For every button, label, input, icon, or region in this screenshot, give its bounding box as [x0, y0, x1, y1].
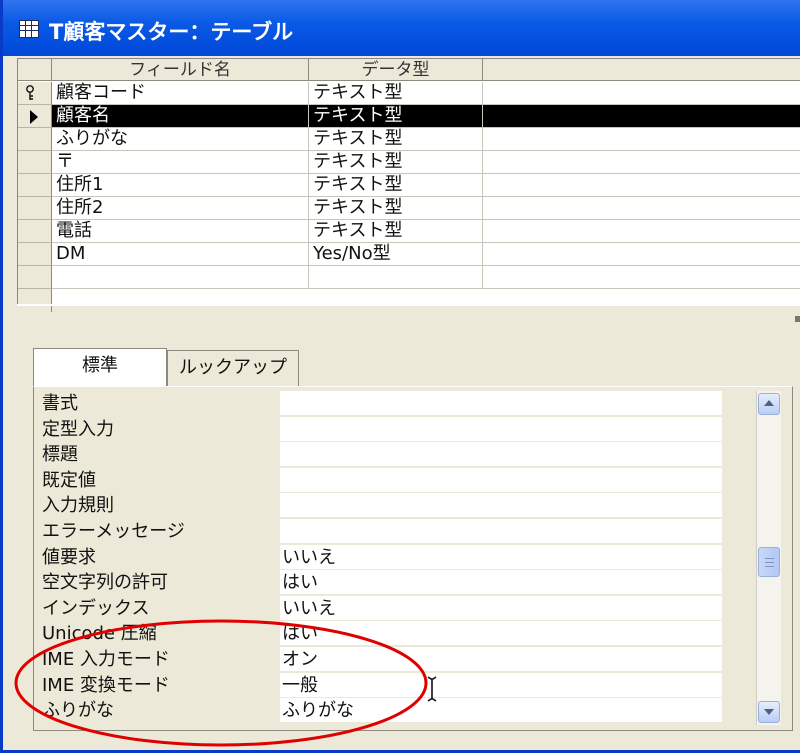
description-cell[interactable]	[483, 266, 800, 289]
row-selector[interactable]	[18, 105, 52, 128]
current-row-arrow-icon	[30, 110, 38, 124]
description-cell[interactable]	[483, 243, 800, 266]
property-value-field[interactable]	[280, 416, 722, 442]
field-name-cell[interactable]: 顧客名	[52, 105, 309, 128]
tab-lookup[interactable]: ルックアップ	[167, 350, 299, 386]
description-cell[interactable]	[483, 82, 800, 105]
property-row: 既定値	[34, 467, 722, 494]
property-label: 値要求	[42, 546, 96, 568]
table-row[interactable]: 住所2 テキスト型	[18, 197, 800, 220]
data-type-cell[interactable]: テキスト型	[309, 151, 483, 174]
tab-general[interactable]: 標準	[33, 348, 167, 386]
property-label: エラーメッセージ	[42, 521, 185, 542]
data-type-cell[interactable]: テキスト型	[309, 220, 483, 243]
column-header-field-name[interactable]: フィールド名	[52, 59, 309, 81]
row-selector[interactable]	[18, 243, 52, 266]
row-selector[interactable]	[18, 82, 52, 105]
field-name-cell[interactable]: 住所2	[52, 197, 309, 220]
table-row[interactable]: DM Yes/No型	[18, 243, 800, 266]
property-row: 空文字列の許可 はい	[34, 570, 722, 596]
description-cell[interactable]	[483, 128, 800, 151]
data-type-cell[interactable]: テキスト型	[309, 128, 483, 151]
table-row[interactable]	[18, 266, 800, 289]
property-value-field[interactable]	[280, 442, 722, 468]
table-row[interactable]: ふりがな テキスト型	[18, 128, 800, 151]
scroll-down-button[interactable]	[758, 701, 780, 723]
description-cell[interactable]	[483, 105, 800, 128]
description-cell[interactable]	[483, 174, 800, 197]
description-cell[interactable]	[483, 197, 800, 220]
field-grid[interactable]: フィールド名 データ型 顧客コード テキスト型 顧客名 テキスト型 ふりがな テキスト型〒…	[17, 58, 800, 312]
property-value-field[interactable]	[280, 493, 722, 519]
property-label: 既定値	[42, 469, 96, 491]
property-value-field[interactable]	[280, 519, 722, 544]
table-row[interactable]: 電話 テキスト型	[18, 220, 800, 243]
row-selector[interactable]	[18, 197, 52, 220]
data-type-cell[interactable]: テキスト型	[309, 82, 483, 105]
chevron-down-icon	[764, 709, 774, 715]
table-design-window: T顧客マスター：テーブル フィールド名 データ型 顧客コード テキスト型 顧客名 テキ…	[0, 0, 800, 753]
scroll-up-button[interactable]	[758, 393, 780, 415]
property-value-field[interactable]	[280, 467, 722, 493]
data-type-cell[interactable]: テキスト型	[309, 174, 483, 197]
property-row: 標題	[34, 442, 722, 468]
property-label: 入力規則	[42, 495, 114, 517]
field-name-cell[interactable]: 〒	[52, 151, 309, 174]
description-cell[interactable]	[483, 220, 800, 243]
property-row: 定型入力	[34, 416, 722, 443]
property-value-field[interactable]: はい	[280, 570, 722, 596]
table-row[interactable]: 住所1 テキスト型	[18, 174, 800, 197]
key-icon	[26, 85, 34, 100]
data-type-cell[interactable]	[309, 266, 483, 289]
property-label: 標題	[42, 444, 78, 466]
field-name-cell[interactable]: 電話	[52, 220, 309, 243]
column-header-data-type[interactable]: データ型	[309, 59, 483, 81]
table-icon	[19, 20, 39, 38]
property-row: 書式	[34, 391, 722, 417]
table-row-empty	[18, 289, 800, 312]
properties-scrollbar[interactable]	[756, 391, 781, 725]
property-row: 入力規則	[34, 493, 722, 519]
description-cell[interactable]	[483, 151, 800, 174]
row-selector[interactable]	[18, 128, 52, 151]
splitter-handle[interactable]	[795, 316, 800, 322]
field-name-cell[interactable]: 顧客コード	[52, 82, 309, 105]
annotation-circle	[14, 619, 428, 747]
property-value-field[interactable]	[280, 391, 722, 416]
table-row[interactable]: 〒テキスト型	[18, 151, 800, 174]
data-type-cell[interactable]: Yes/No型	[309, 243, 483, 266]
data-type-cell[interactable]: テキスト型	[309, 105, 483, 128]
title-bar[interactable]: T顧客マスター：テーブル	[3, 0, 800, 56]
column-header-description[interactable]	[483, 59, 800, 81]
row-selector[interactable]	[18, 151, 52, 174]
scrollbar-thumb[interactable]	[758, 547, 780, 577]
table-row[interactable]: 顧客名 テキスト型	[18, 105, 800, 128]
chevron-up-icon	[764, 400, 774, 406]
row-selector[interactable]	[18, 174, 52, 197]
row-selector-header	[18, 59, 52, 81]
property-row: エラーメッセージ	[34, 519, 722, 545]
property-row: 値要求 いいえ	[34, 544, 722, 571]
field-name-cell[interactable]: 住所1	[52, 174, 309, 197]
pane-divider[interactable]	[17, 304, 800, 306]
field-name-cell[interactable]: DM	[52, 243, 309, 266]
row-selector[interactable]	[18, 266, 52, 289]
row-selector[interactable]	[18, 220, 52, 243]
property-value-field[interactable]: いいえ	[280, 544, 722, 570]
property-label: 空文字列の許可	[42, 572, 168, 594]
property-label: 定型入力	[42, 418, 114, 440]
property-label: 書式	[42, 393, 78, 414]
window-title: T顧客マスター：テーブル	[49, 20, 294, 44]
table-row[interactable]: 顧客コード テキスト型	[18, 82, 800, 105]
field-name-cell[interactable]: ふりがな	[52, 128, 309, 151]
row-selector	[18, 289, 52, 312]
data-type-cell[interactable]: テキスト型	[309, 197, 483, 220]
field-name-cell[interactable]	[52, 266, 309, 289]
